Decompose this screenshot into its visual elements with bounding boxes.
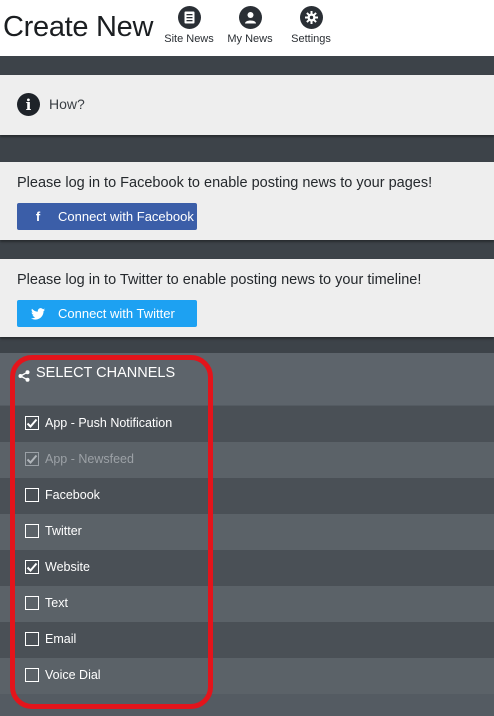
channel-row[interactable]: Facebook — [0, 478, 494, 514]
channel-checkbox[interactable] — [25, 632, 39, 646]
channel-label: App - Push Notification — [45, 416, 173, 430]
channel-checkbox[interactable] — [25, 668, 39, 682]
gear-icon — [299, 6, 323, 29]
twitter-message: Please log in to Twitter to enable posti… — [17, 272, 422, 288]
channel-row[interactable]: App - Push Notification — [0, 406, 494, 442]
connect-twitter-button[interactable]: Connect with Twitter — [17, 300, 197, 327]
nav-my-news[interactable]: My News — [218, 6, 282, 45]
channel-row[interactable]: Website — [0, 550, 494, 586]
header: Create New Site News My News Settings — [0, 0, 494, 56]
connect-facebook-label: Connect with Facebook — [58, 209, 194, 224]
channel-label: Voice Dial — [45, 668, 101, 682]
how-label: How? — [49, 96, 85, 112]
channels-title: SELECT CHANNELS — [36, 365, 176, 381]
channel-checkbox[interactable] — [25, 488, 39, 502]
nav-settings[interactable]: Settings — [279, 6, 343, 45]
channel-checkbox[interactable] — [25, 560, 39, 574]
channel-label: Twitter — [45, 524, 82, 538]
channel-row[interactable]: Email — [0, 622, 494, 658]
how-card[interactable]: i How? — [0, 75, 494, 135]
share-icon — [18, 369, 30, 387]
channel-checkbox[interactable] — [25, 416, 39, 430]
connect-twitter-label: Connect with Twitter — [58, 306, 175, 321]
user-icon — [238, 6, 262, 29]
channel-checkbox[interactable] — [25, 596, 39, 610]
checkmark-icon — [26, 454, 38, 464]
info-icon: i — [17, 93, 40, 116]
channel-row[interactable]: Text — [0, 586, 494, 622]
channel-checkbox — [25, 452, 39, 466]
channels-panel: SELECT CHANNELS App - Push Notification A… — [0, 353, 494, 716]
nav-site-news-label: Site News — [164, 33, 214, 45]
channel-label: Website — [45, 560, 90, 574]
channels-header: SELECT CHANNELS — [0, 353, 494, 405]
twitter-card: Please log in to Twitter to enable posti… — [0, 259, 494, 337]
channel-row[interactable]: Twitter — [0, 514, 494, 550]
nav-my-news-label: My News — [227, 33, 273, 45]
facebook-card: Please log in to Facebook to enable post… — [0, 162, 494, 240]
channel-label: Email — [45, 632, 77, 646]
channel-label: App - Newsfeed — [45, 452, 134, 466]
checkmark-icon — [26, 562, 38, 572]
channel-row[interactable]: Voice Dial — [0, 658, 494, 694]
nav-site-news[interactable]: Site News — [157, 6, 221, 45]
facebook-message: Please log in to Facebook to enable post… — [17, 175, 433, 191]
twitter-icon — [31, 307, 45, 320]
channel-row: App - Newsfeed — [0, 442, 494, 478]
nav-settings-label: Settings — [291, 33, 331, 45]
channel-checkbox[interactable] — [25, 524, 39, 538]
checkmark-icon — [26, 418, 38, 428]
facebook-icon: f — [35, 209, 41, 224]
channel-label: Facebook — [45, 488, 100, 502]
news-icon — [177, 6, 201, 29]
channel-label: Text — [45, 596, 68, 610]
page-title: Create New — [3, 11, 154, 43]
connect-facebook-button[interactable]: f Connect with Facebook — [17, 203, 197, 230]
